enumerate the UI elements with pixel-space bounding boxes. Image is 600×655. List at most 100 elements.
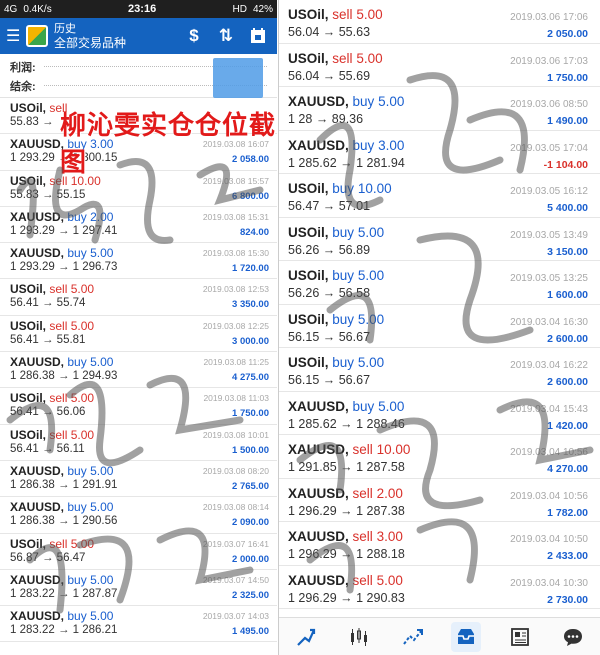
trade-profit: 2 050.00 (547, 28, 588, 40)
trade-symbol: XAUUSD, (10, 246, 65, 261)
nav-news[interactable] (505, 622, 535, 652)
trade-date: 2019.03.05 16:12 (510, 186, 588, 197)
close-price: 56.06 (56, 406, 86, 419)
arrow-right-icon: → (38, 116, 54, 128)
hd-indicator: HD (232, 3, 247, 15)
nav-chat[interactable] (558, 622, 588, 652)
trade-row[interactable]: USOil, sell 5.00 56.87 → 56.47 2019.03.07 … (0, 534, 277, 570)
trade-date: 2019.03.04 16:22 (510, 360, 588, 371)
trade-date: 2019.03.04 15:43 (510, 403, 588, 415)
trade-row[interactable]: USOil, sell 5.00 56.04 → 55.63 2019.03.06 … (279, 0, 600, 44)
sort-icon[interactable]: ⇅ (213, 23, 239, 49)
trade-row[interactable]: USOil, sell 5.00 56.41 → 56.06 2019.03.08 … (0, 388, 277, 425)
nav-history[interactable] (451, 621, 482, 652)
calendar-icon[interactable] (245, 23, 271, 49)
trade-date: 2019.03.08 11:25 (203, 357, 269, 368)
arrow-right-icon: → (38, 551, 57, 564)
trade-row[interactable]: XAUUSD, buy 5.00 1 286.38 → 1 290.56 2019.… (0, 497, 277, 534)
trade-profit: 6 800.00 (232, 190, 269, 202)
trade-symbol: XAUUSD, (288, 94, 349, 109)
close-price: 55.63 (338, 25, 371, 39)
trade-symbol: USOil, (10, 318, 47, 333)
trade-price-line: 56.41 → 56.06 (10, 406, 269, 418)
trade-row[interactable]: USOil, buy 5.00 56.26 → 56.89 2019.03.05 1… (279, 218, 600, 261)
trade-date: 2019.03.08 12:53 (202, 284, 269, 295)
trade-row[interactable]: XAUUSD, sell 2.00 1 296.29 → 1 287.38 2019… (279, 479, 600, 522)
trade-row[interactable]: XAUUSD, sell 5.00 1 296.29 → 1 290.83 2019… (279, 566, 600, 609)
open-price: 1 293.29 (10, 261, 55, 274)
trade-date: 2019.03.07 14:50 (202, 574, 269, 585)
arrow-right-icon: → (54, 515, 73, 528)
trade-side: buy (332, 224, 355, 240)
trade-row[interactable]: XAUUSD, buy 5.00 1 283.22 → 1 287.87 2019.… (0, 570, 277, 607)
trade-row[interactable]: XAUUSD, sell 10.00 1 291.85 → 1 287.58 201… (279, 435, 600, 479)
trade-price-line: 1 285.62 → 1 288.46 (288, 417, 590, 431)
close-price: 1 296.73 (72, 261, 118, 274)
trade-symbol: USOil, (288, 7, 329, 22)
open-price: 56.87 (10, 551, 39, 564)
trade-row[interactable]: USOil, buy 10.00 56.47 → 57.01 2019.03.05 … (279, 174, 600, 218)
trade-row[interactable]: XAUUSD, buy 2.00 1 293.29 → 1 297.41 2019.… (0, 207, 277, 244)
trade-row[interactable]: XAUUSD, buy 5.00 1 285.62 → 1 288.46 2019.… (279, 392, 600, 435)
close-price: 89.36 (331, 112, 364, 126)
close-price: 56.11 (56, 442, 85, 455)
trade-date: 2019.03.05 17:04 (510, 142, 588, 154)
trade-row[interactable]: USOil, buy 5.00 56.15 → 56.67 2019.03.04 1… (279, 305, 600, 348)
trade-side: buy (67, 246, 87, 261)
trade-row[interactable]: USOil, sell 5.00 56.41 → 56.11 2019.03.08 … (0, 425, 277, 461)
trade-lots: 5.00 (357, 355, 385, 370)
close-price: 1 288.46 (356, 416, 405, 431)
arrow-right-icon: → (319, 286, 339, 300)
symbol-filter[interactable]: 全部交易品种 (54, 36, 175, 50)
trade-date: 2019.03.05 13:49 (510, 229, 588, 241)
chat-icon (564, 628, 583, 646)
trade-row[interactable]: USOil, buy 5.00 56.15 → 56.67 2019.03.04 1… (279, 348, 600, 392)
close-price: 1 294.93 (72, 370, 118, 383)
currency-filter-icon[interactable]: $ (181, 23, 207, 49)
nav-trade[interactable] (398, 622, 428, 652)
news-icon (510, 627, 529, 646)
trade-date: 2019.03.05 13:25 (510, 273, 588, 284)
trade-row[interactable]: XAUUSD, buy 5.00 1 286.38 → 1 291.91 2019.… (0, 461, 277, 498)
trade-side: sell (49, 536, 68, 551)
nav-chart[interactable] (344, 622, 374, 652)
trade-side: buy (332, 311, 355, 327)
trade-row[interactable]: XAUUSD, buy 3.00 1 285.62 → 1 281.94 2019.… (279, 131, 600, 174)
close-price: 1 286.21 (72, 624, 118, 637)
trade-symbol: USOil, (288, 311, 329, 327)
trade-row[interactable]: XAUUSD, buy 5.00 1 283.22 → 1 286.21 2019.… (0, 606, 277, 643)
menu-icon[interactable]: ☰ (6, 26, 20, 46)
clock: 23:16 (128, 3, 157, 15)
trade-row[interactable]: XAUUSD, sell 3.00 1 296.29 → 1 288.18 2019… (279, 522, 600, 566)
trade-row[interactable]: XAUUSD, buy 5.00 1 286.38 → 1 294.93 2019.… (0, 352, 277, 389)
trade-row[interactable]: USOil, buy 5.00 56.26 → 56.58 2019.03.05 1… (279, 261, 600, 305)
trade-profit: 1 420.00 (547, 419, 588, 432)
arrow-right-icon: → (319, 25, 339, 39)
trade-symbol: XAUUSD, (288, 485, 349, 501)
trade-side: buy (67, 463, 87, 478)
nav-quotes[interactable] (291, 622, 321, 652)
trade-date: 2019.03.08 08:20 (202, 465, 269, 476)
trade-profit: 1 490.00 (547, 115, 588, 127)
trade-symbol: XAUUSD, (10, 137, 65, 152)
arrow-right-icon: → (336, 155, 357, 170)
trade-row[interactable]: XAUUSD, buy 5.00 1 28 → 89.36 2019.03.06 0… (279, 87, 600, 131)
open-price: 56.26 (288, 286, 320, 300)
trade-symbol: XAUUSD, (288, 137, 349, 153)
trade-date: 2019.03.08 15:30 (202, 248, 269, 259)
trade-row[interactable]: USOil, sell 5.00 56.04 → 55.69 2019.03.06 … (279, 44, 600, 87)
trade-row[interactable]: USOil, sell 5.00 56.41 → 55.74 2019.03.08 … (0, 279, 277, 316)
trade-date: 2019.03.08 12:25 (202, 320, 269, 331)
close-price: 1 287.87 (72, 587, 118, 600)
trade-lots: 3.00 (376, 529, 403, 544)
open-price: 56.41 (10, 297, 39, 310)
trade-row[interactable]: USOil, sell 5.00 56.41 → 55.81 2019.03.08 … (0, 316, 277, 353)
right-trade-list: USOil, sell 5.00 56.04 → 55.63 2019.03.06 … (279, 0, 600, 609)
trade-row[interactable]: XAUUSD, buy 5.00 1 293.29 → 1 296.73 2019.… (0, 243, 277, 280)
trade-profit: 1 500.00 (232, 444, 269, 456)
trade-price-line: 56.04 → 55.69 (288, 69, 590, 83)
arrow-right-icon: → (54, 624, 73, 637)
close-price: 1 287.38 (356, 503, 405, 518)
trade-profit: 2 000.00 (232, 553, 269, 565)
signal-indicator: 4G (4, 3, 18, 15)
